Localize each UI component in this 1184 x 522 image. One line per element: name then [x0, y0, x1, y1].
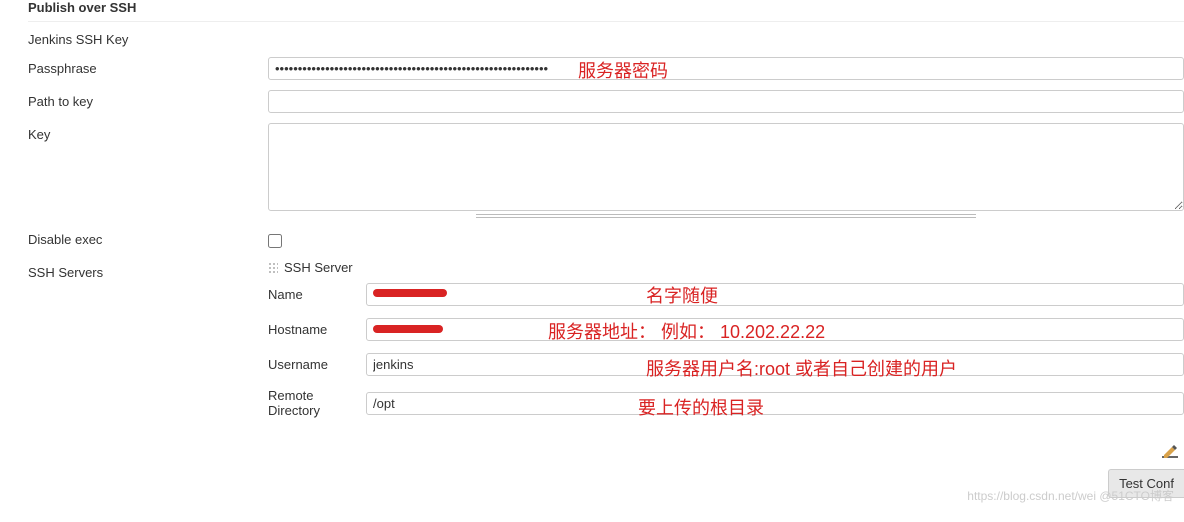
passphrase-input[interactable]: [268, 57, 1184, 80]
ssh-servers-label: SSH Servers: [28, 261, 268, 280]
ssh-name-label: Name: [268, 287, 366, 302]
edit-icon[interactable]: [1162, 445, 1178, 459]
redaction-mark: [373, 289, 447, 297]
ssh-remote-dir-label: Remote Directory: [268, 388, 366, 418]
ssh-username-label: Username: [268, 357, 366, 372]
ssh-username-input[interactable]: [366, 353, 1184, 376]
disable-exec-checkbox[interactable]: [268, 234, 282, 248]
key-label: Key: [28, 123, 268, 142]
ssh-hostname-label: Hostname: [268, 322, 366, 337]
jenkins-ssh-key-header: Jenkins SSH Key: [28, 28, 268, 47]
section-title-publish-over-ssh: Publish over SSH: [0, 0, 1184, 21]
passphrase-label: Passphrase: [28, 57, 268, 76]
redaction-mark: [373, 325, 443, 333]
key-textarea[interactable]: [268, 123, 1184, 211]
divider: [28, 21, 1184, 22]
path-to-key-label: Path to key: [28, 90, 268, 109]
ssh-name-input[interactable]: [366, 283, 1184, 306]
disable-exec-label: Disable exec: [28, 228, 268, 247]
path-to-key-input[interactable]: [268, 90, 1184, 113]
test-configuration-button[interactable]: Test Conf: [1108, 469, 1184, 498]
ssh-hostname-input[interactable]: [366, 318, 1184, 341]
textarea-resize-handle[interactable]: [476, 214, 976, 218]
ssh-remote-dir-input[interactable]: [366, 392, 1184, 415]
